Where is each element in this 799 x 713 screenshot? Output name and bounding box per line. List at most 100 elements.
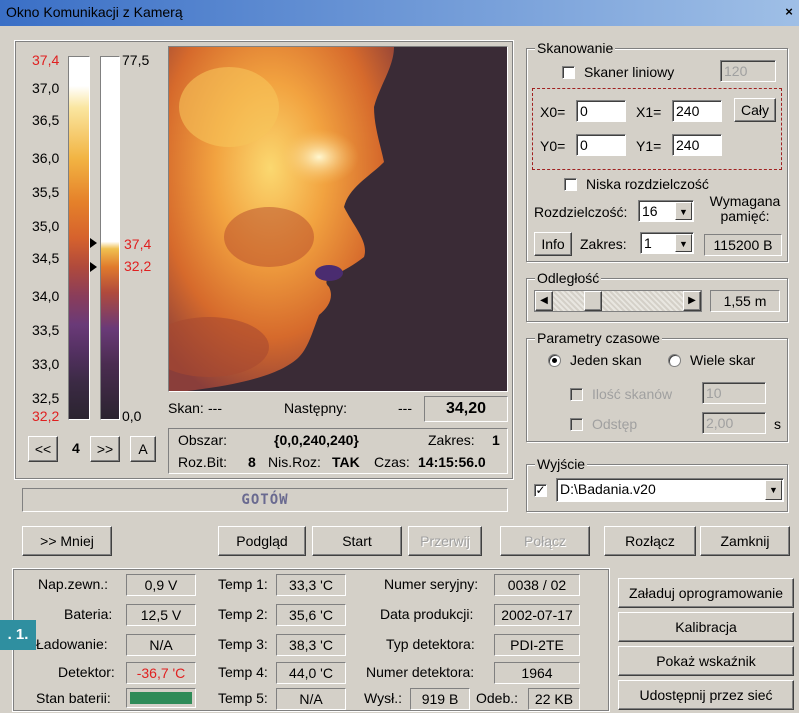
output-path: D:\Badania.v20 [560,481,656,497]
sent-value: 919 B [410,688,470,710]
lower-marker-icon[interactable] [90,262,97,272]
interval-input[interactable]: 2,00 [702,412,766,434]
battery-label: Bateria: [64,606,113,622]
chevron-down-icon[interactable]: ▼ [675,202,692,220]
low-res-checkbox[interactable] [564,178,577,191]
ext-voltage-value: 0,9 V [126,574,196,596]
chevron-down-icon[interactable]: ▼ [765,480,782,500]
temp1-label: Temp 1: [218,576,268,592]
full-button[interactable]: Cały [734,98,776,122]
battery-state-label: Stan baterii: [36,690,111,706]
title-bar[interactable]: Okno Komunikacji z Kamerą × [0,0,799,26]
output-legend: Wyjście [535,456,588,472]
recv-value: 22 KB [528,688,580,710]
next-button[interactable]: >> [90,436,120,462]
scale-bottom-right: 0,0 [122,408,142,424]
charging-label: Ładowanie: [36,636,108,652]
slider-right-icon[interactable]: ▶ [683,291,701,311]
timing-legend: Parametry czasowe [535,330,662,346]
scan-count-checkbox[interactable] [570,388,583,401]
next-value: --- [398,400,412,416]
temp2-value: 35,6 'C [276,604,346,626]
detector-type-value: PDI-2TE [494,634,580,656]
battery-state-indicator [126,688,196,708]
prev-button[interactable]: << [28,436,58,462]
calibration-button[interactable]: Kalibracja [618,612,794,642]
temp3-label: Temp 3: [218,636,268,652]
charging-value: N/A [126,634,196,656]
line-scanner-input[interactable]: 120 [720,60,776,82]
scale-tick: 35,5 [32,184,60,200]
temp1-value: 33,3 'C [276,574,346,596]
detector-value: -36,7 'C [126,662,196,684]
scale-top-left: 37,4 [32,52,60,68]
multi-scan-radio[interactable] [668,354,681,367]
interval-unit: s [774,416,781,432]
rozbit-label: Roz.Bit: [178,454,228,470]
y1-input[interactable]: 240 [672,134,722,156]
range-value: 1 [644,235,652,251]
detector-type-label: Typ detektora: [386,636,475,652]
serial-value: 0038 / 02 [494,574,580,596]
zakres-value: 1 [492,432,500,448]
close-button[interactable]: Zamknij [700,526,790,556]
single-scan-radio[interactable] [548,354,561,367]
output-checkbox[interactable]: ✓ [534,484,547,497]
line-scanner-checkbox[interactable] [562,66,575,79]
start-button[interactable]: Start [312,526,402,556]
x1-label: X1= [636,104,662,120]
thermal-image[interactable] [168,46,508,392]
x0-input[interactable]: 0 [576,100,626,122]
recv-label: Odeb.: [476,690,519,706]
info-button[interactable]: Info [534,232,572,256]
serial-label: Numer seryjny: [384,576,479,592]
scale-bottom-left: 32,2 [32,408,60,424]
slider-thumb[interactable] [584,291,603,311]
temp4-label: Temp 4: [218,664,268,680]
auto-button[interactable]: A [130,436,156,462]
range-bar [100,56,120,420]
interval-checkbox[interactable] [570,418,583,431]
y0-label: Y0= [540,138,566,154]
scan-count-input[interactable]: 10 [702,382,766,404]
memory-value: 115200 B [704,234,782,256]
scale-tick: 32,5 [32,390,60,406]
marker-lower-value: 32,2 [124,258,152,274]
chevron-down-icon[interactable]: ▼ [675,234,692,252]
y1-label: Y1= [636,138,662,154]
upper-marker-icon[interactable] [90,238,97,248]
disconnect-button[interactable]: Rozłącz [604,526,696,556]
output-path-select[interactable]: D:\Badania.v20 ▼ [556,478,784,502]
next-label: Następny: [284,400,348,416]
resolution-value: 16 [642,203,658,219]
marker-upper-value: 37,4 [124,236,152,252]
resolution-select[interactable]: 16 ▼ [638,200,694,222]
temp5-value: N/A [276,688,346,710]
slider-left-icon[interactable]: ◀ [535,291,553,311]
distance-legend: Odległość [535,270,602,286]
less-button[interactable]: >> Mniej [22,526,112,556]
y0-input[interactable]: 0 [576,134,626,156]
range-select[interactable]: 1 ▼ [640,232,694,254]
connect-button[interactable]: Połącz [500,526,590,556]
figure-tag: . 1. [0,620,36,650]
measured-value-box: 34,20 [424,396,508,422]
battery-value: 12,5 V [126,604,196,626]
scale-tick: 34,0 [32,288,60,304]
battery-level-bar [130,692,192,704]
status-text: GOTÓW [241,492,289,508]
scale-tick: 33,5 [32,322,60,338]
load-firmware-button[interactable]: Załaduj oprogramowanie [618,578,794,608]
x1-input[interactable]: 240 [672,100,722,122]
temp2-label: Temp 2: [218,606,268,622]
close-icon[interactable]: × [781,4,797,20]
window-title: Okno Komunikacji z Kamerą [6,4,183,20]
czas-label: Czas: [374,454,410,470]
share-network-button[interactable]: Udostępnij przez sieć [618,680,794,710]
preview-button[interactable]: Podgląd [218,526,306,556]
show-indicator-button[interactable]: Pokaż wskaźnik [618,646,794,676]
scale-tick: 33,0 [32,356,60,372]
distance-slider[interactable]: ◀ ▶ [534,290,702,312]
interrupt-button[interactable]: Przerwij [408,526,482,556]
scale-tick: 36,0 [32,150,60,166]
